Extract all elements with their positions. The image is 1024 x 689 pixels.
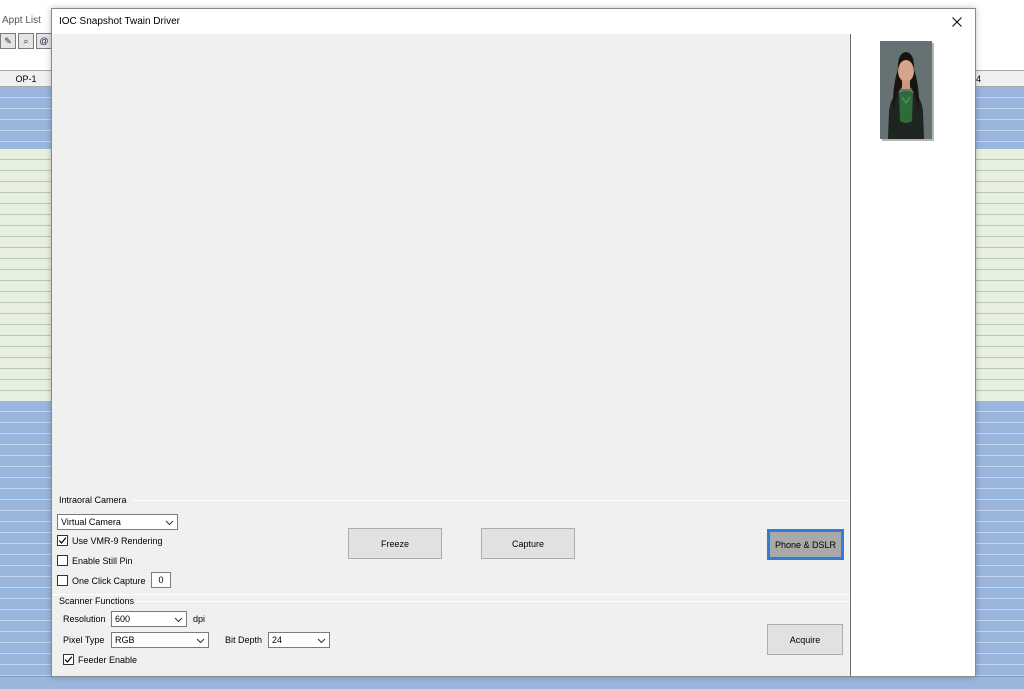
camera-preview-area [52,34,850,496]
one-click-capture-checkbox-row[interactable]: One Click Capture [57,575,146,586]
resolution-label: Resolution [63,614,106,624]
resolution-unit: dpi [193,614,206,624]
feeder-enable-checkbox[interactable] [63,654,74,665]
group-divider [136,601,850,602]
checkmark-icon [58,537,67,544]
pixel-type-label: Pixel Type [63,635,105,645]
thumbnail-panel [850,34,975,676]
schedule-band-blue [976,401,1024,689]
schedule-grid-right [976,87,1024,689]
pixel-type-select[interactable]: RGB [111,632,209,648]
use-vmr9-checkbox-row[interactable]: Use VMR-9 Rendering [57,535,163,546]
enable-still-pin-checkbox-row[interactable]: Enable Still Pin [57,555,133,566]
twain-driver-dialog: IOC Snapshot Twain Driver Intraoral Came… [51,8,976,677]
column-header-op1: OP-1 [0,70,52,87]
phone-dslr-button[interactable]: Phone & DSLR [767,529,844,560]
feeder-enable-checkbox-row[interactable]: Feeder Enable [63,654,137,665]
group-divider [52,594,850,595]
use-vmr9-label: Use VMR-9 Rendering [72,535,163,546]
one-click-capture-value[interactable]: 0 [151,572,171,588]
schedule-bottom-strip [0,676,1024,689]
close-button[interactable] [939,9,975,34]
search-icon[interactable]: ⌕ [18,33,34,49]
intraoral-camera-group-label: Intraoral Camera [59,495,127,505]
one-click-capture-label: One Click Capture [72,575,146,586]
bit-depth-label: Bit Depth [225,635,263,645]
patient-photo [880,41,932,139]
bit-depth-select[interactable]: 24 [268,632,330,648]
scanner-functions-group-label: Scanner Functions [59,596,135,606]
menu-appt-list[interactable]: Appt List [2,15,41,26]
dialog-titlebar[interactable]: IOC Snapshot Twain Driver [52,9,975,34]
close-icon [952,16,962,27]
column-header-4: 4 [976,70,1024,87]
freeze-button[interactable]: Freeze [348,528,442,559]
use-vmr9-checkbox[interactable] [57,535,68,546]
checkmark-icon [64,656,73,663]
one-click-capture-checkbox[interactable] [57,575,68,586]
group-divider [132,500,850,501]
chevron-down-icon [174,617,183,623]
dialog-title: IOC Snapshot Twain Driver [59,16,180,27]
camera-select[interactable]: Virtual Camera [57,514,178,530]
chevron-down-icon [317,638,326,644]
feeder-enable-label: Feeder Enable [78,654,138,665]
enable-still-pin-label: Enable Still Pin [72,555,133,566]
schedule-grid-left [0,87,52,689]
schedule-band-green [976,149,1024,401]
schedule-band-blue [976,87,1024,149]
resolution-select[interactable]: 600 [111,611,187,627]
schedule-band-green [0,149,52,401]
patient-photo-thumbnail[interactable] [880,41,932,139]
acquire-button[interactable]: Acquire [767,624,843,655]
chevron-down-icon [165,520,174,526]
chevron-down-icon [196,638,205,644]
edit-icon[interactable]: ✎ [0,33,16,49]
email-icon[interactable]: @ [36,33,52,49]
schedule-band-blue [0,87,52,149]
enable-still-pin-checkbox[interactable] [57,555,68,566]
capture-button[interactable]: Capture [481,528,575,559]
schedule-band-blue [0,401,52,689]
